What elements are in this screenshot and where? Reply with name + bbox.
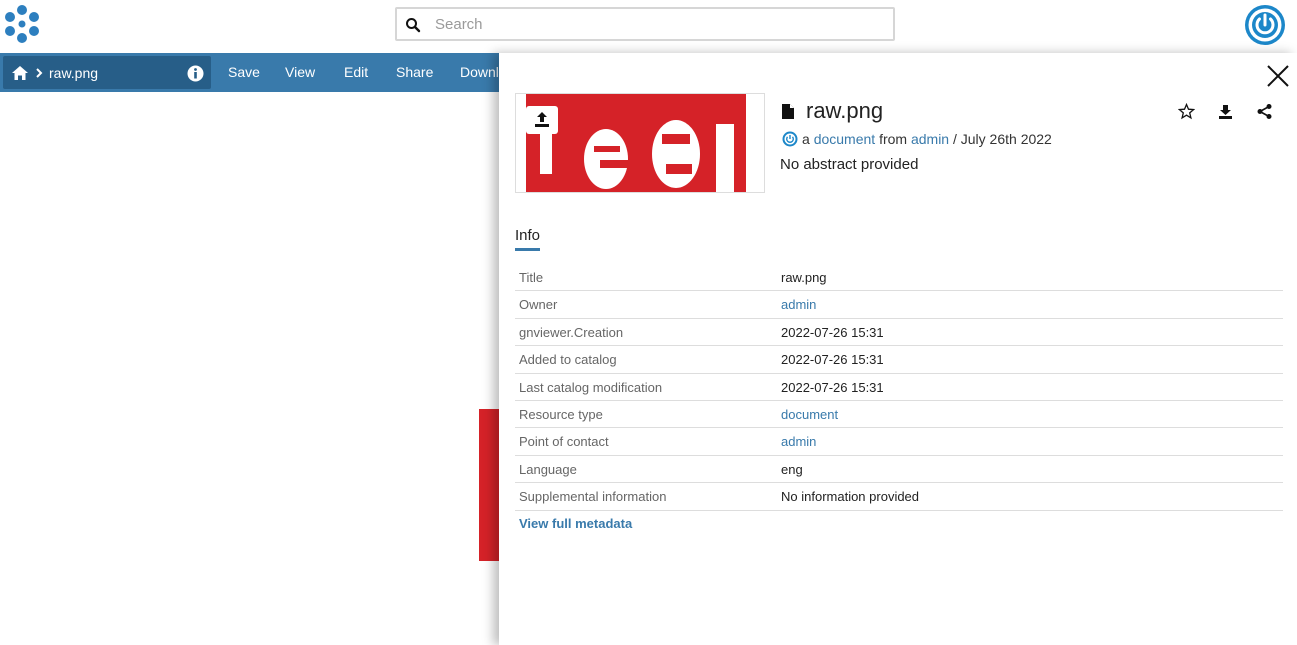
row-value: 2022-07-26 15:31 <box>781 324 884 340</box>
tab-info[interactable]: Info <box>515 227 541 251</box>
share-icon[interactable] <box>1256 103 1273 120</box>
top-navbar <box>0 0 1297 53</box>
owner-avatar-icon <box>782 131 798 147</box>
download-menu[interactable]: Downl <box>460 64 499 80</box>
resource-type-link[interactable]: document <box>814 131 875 147</box>
upload-thumbnail-button[interactable] <box>526 106 558 134</box>
row-value: raw.png <box>781 270 827 285</box>
download-icon[interactable] <box>1217 103 1234 120</box>
geonode-logo-icon[interactable] <box>2 4 42 44</box>
row-key: gnviewer.Creation <box>519 324 624 340</box>
meta-prefix: a <box>802 131 810 147</box>
upload-icon <box>535 112 549 127</box>
row-key: Resource type <box>519 406 603 422</box>
resource-abstract: No abstract provided <box>780 156 919 173</box>
share-menu[interactable]: Share <box>396 64 433 80</box>
table-row: Owner admin <box>515 291 1283 319</box>
resource-meta: a document from admin / July 26th 2022 <box>782 131 1052 147</box>
search-input[interactable] <box>435 13 875 35</box>
table-row: Resource type document <box>515 401 1283 429</box>
table-row: Language eng <box>515 456 1283 484</box>
resource-title: raw.png <box>806 98 884 123</box>
table-row: Last catalog modification 2022-07-26 15:3… <box>515 374 1283 401</box>
row-key: Point of contact <box>519 434 609 450</box>
row-value: eng <box>781 461 803 477</box>
row-value: No information provided <box>781 489 920 505</box>
search-icon <box>406 18 421 33</box>
table-row: Point of contact admin <box>515 428 1283 456</box>
row-key: Owner <box>519 297 558 313</box>
row-key: Added to catalog <box>519 352 617 368</box>
row-value-link[interactable]: document <box>781 407 838 422</box>
row-key: Supplemental information <box>519 489 667 505</box>
row-value-link[interactable]: admin <box>781 297 816 312</box>
row-value: 2022-07-26 15:31 <box>781 379 884 395</box>
view-menu[interactable]: View <box>285 64 315 80</box>
close-icon[interactable] <box>1266 64 1290 88</box>
file-icon <box>782 104 794 119</box>
info-icon[interactable] <box>187 65 204 82</box>
save-menu[interactable]: Save <box>228 64 260 80</box>
table-row: Supplemental information No information p… <box>515 483 1283 511</box>
resource-thumbnail <box>515 93 765 193</box>
row-key: Language <box>519 461 577 477</box>
table-row: Title raw.png <box>515 264 1283 292</box>
meta-date: / July 26th 2022 <box>952 131 1052 147</box>
resource-detail-panel: raw.png a document from admin / July 26t… <box>499 53 1297 645</box>
info-table: Title raw.png Owner admin gnviewer.Creatio… <box>515 264 1283 511</box>
breadcrumb-item-raw-png: raw.png <box>49 65 99 81</box>
power-user-icon[interactable] <box>1244 4 1286 46</box>
row-value-link[interactable]: admin <box>781 434 816 449</box>
document-preview-background <box>479 409 499 561</box>
edit-menu[interactable]: Edit <box>344 64 368 80</box>
breadcrumb: raw.png <box>3 56 211 89</box>
meta-from: from <box>879 131 908 147</box>
chevron-right-icon <box>36 68 43 78</box>
table-row: gnviewer.Creation 2022-07-26 15:31 <box>515 319 1283 347</box>
owner-link[interactable]: admin <box>911 131 949 147</box>
row-key: Title <box>519 270 544 285</box>
table-row: Added to catalog 2022-07-26 15:31 <box>515 346 1283 374</box>
row-key: Last catalog modification <box>519 379 663 395</box>
view-full-metadata-link[interactable]: View full metadata <box>519 516 632 531</box>
search-box <box>395 7 895 41</box>
star-icon[interactable] <box>1178 103 1195 120</box>
row-value: 2022-07-26 15:31 <box>781 352 884 368</box>
home-icon[interactable] <box>11 65 29 81</box>
